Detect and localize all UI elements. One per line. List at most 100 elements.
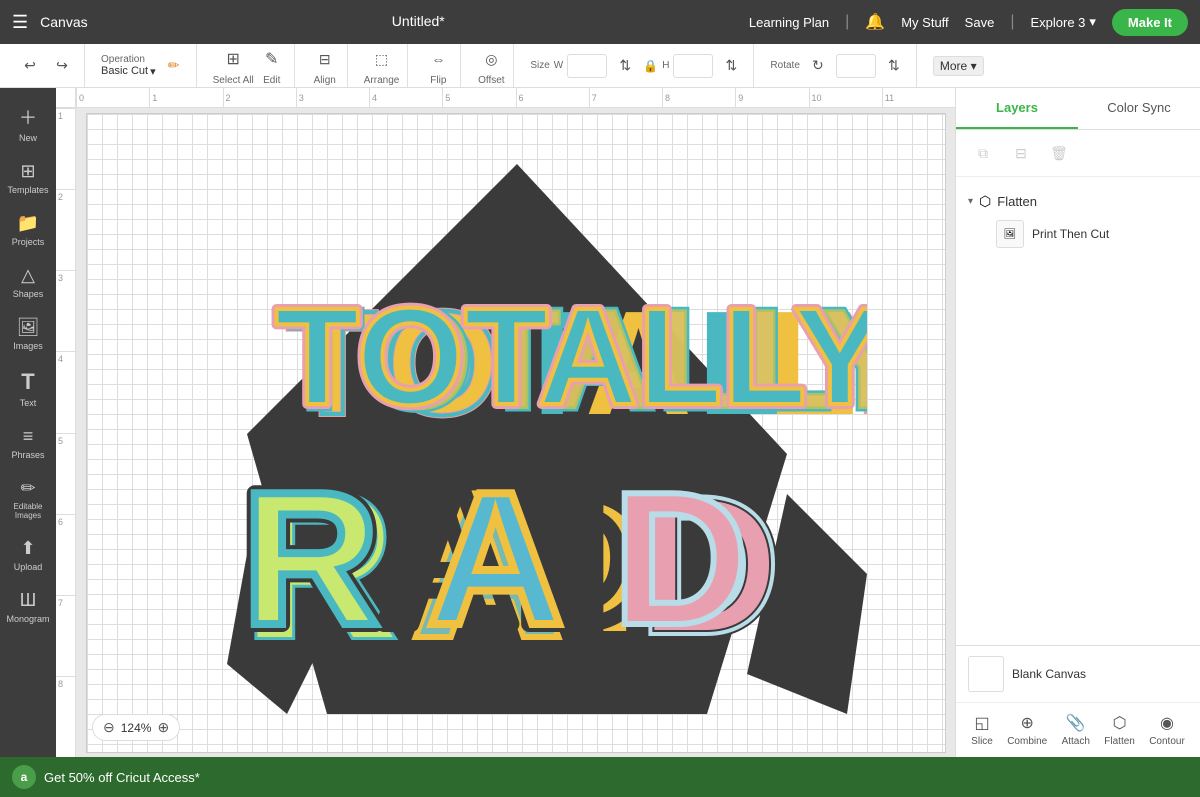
sidebar-item-upload[interactable]: ⬆ Upload	[2, 530, 54, 580]
menu-icon[interactable]: ☰	[12, 12, 28, 33]
zoom-level: 124%	[121, 721, 152, 735]
svg-text:TOTALLY: TOTALLY	[275, 280, 867, 434]
arrange-group: ⬚ Arrange	[356, 44, 409, 87]
sidebar-item-projects[interactable]: 📁 Projects	[2, 205, 54, 255]
combine-icon: ⊕	[1021, 713, 1034, 733]
zoom-bar: ⊖ 124% ⊕	[92, 714, 180, 741]
offset-group: ◎ Offset	[469, 44, 514, 87]
undo-button[interactable]: ↩	[16, 52, 44, 80]
ruler-container: 0 1 2 3 4 5 6 7 8 9 10 11	[56, 88, 955, 108]
edit-label: Edit	[263, 75, 280, 86]
size-w-input[interactable]	[567, 54, 607, 78]
tab-color-sync[interactable]: Color Sync	[1078, 88, 1200, 129]
sidebar-item-phrases[interactable]: ≡ Phrases	[2, 418, 54, 468]
attach-action[interactable]: 📎 Attach	[1062, 713, 1090, 747]
size-w-stepper[interactable]: ⇅	[611, 52, 639, 80]
size-h-input[interactable]	[673, 54, 713, 78]
text-icon: T	[21, 369, 34, 395]
upload-icon: ⬆	[20, 538, 35, 559]
layer-group-header[interactable]: ▾ ⬡ Flatten	[968, 189, 1188, 214]
zoom-in-button[interactable]: ⊕	[157, 719, 169, 736]
offset-button[interactable]: ◎	[477, 45, 505, 73]
sidebar-item-templates[interactable]: ⊞ Templates	[2, 153, 54, 203]
learning-plan-link[interactable]: Learning Plan	[749, 15, 829, 30]
rotate-input[interactable]	[836, 54, 876, 78]
operation-group: Operation Basic Cut ▾ ✏	[93, 44, 197, 87]
svg-text:A: A	[427, 453, 564, 665]
promo-bar[interactable]: a Get 50% off Cricut Access*	[0, 757, 1200, 797]
svg-text:R: R	[242, 453, 379, 665]
panel-tabs: Layers Color Sync	[956, 88, 1200, 130]
collapse-arrow-icon: ▾	[968, 196, 973, 207]
layer-item[interactable]: 🖼 Print Then Cut	[968, 214, 1188, 254]
rotate-icon[interactable]: ↻	[804, 52, 832, 80]
tab-layers[interactable]: Layers	[956, 88, 1078, 129]
arrange-button[interactable]: ⬚	[368, 45, 396, 73]
rotate-label: Rotate	[770, 60, 799, 71]
rotate-group: Rotate ↻ ⇅	[762, 44, 916, 87]
canvas-grid[interactable]: T T O O T A L L	[86, 113, 946, 753]
align-group: ⊟ Align	[303, 44, 348, 87]
sidebar-item-label: New	[19, 133, 37, 143]
redo-button[interactable]: ↪	[48, 52, 76, 80]
zoom-out-button[interactable]: ⊖	[103, 719, 115, 736]
canvas-workspace[interactable]: T T O O T A L L	[76, 108, 955, 757]
align-button[interactable]: ⊟	[311, 45, 339, 73]
offset-label: Offset	[478, 75, 505, 86]
duplicate-button[interactable]: ⧉	[968, 138, 998, 168]
horizontal-ruler: 0 1 2 3 4 5 6 7 8 9 10 11	[76, 88, 955, 108]
slice-action[interactable]: ◱ Slice	[971, 713, 993, 747]
attach-icon: 📎	[1066, 713, 1086, 733]
my-stuff-link[interactable]: My Stuff	[901, 15, 948, 30]
combine-action[interactable]: ⊕ Combine	[1007, 713, 1047, 747]
edit-button[interactable]: ✎	[258, 45, 286, 73]
sidebar-item-label: Templates	[7, 185, 48, 195]
chevron-down-icon: ▾	[1089, 14, 1096, 30]
blank-canvas-section: Blank Canvas	[956, 646, 1200, 702]
rotate-stepper[interactable]: ⇅	[880, 52, 908, 80]
flatten-icon: ⬡	[979, 193, 991, 210]
blank-canvas-label: Blank Canvas	[1012, 667, 1086, 681]
notification-bell-icon[interactable]: 🔔	[865, 12, 885, 32]
size-label: Size	[530, 60, 549, 71]
sidebar-item-monogram[interactable]: Ш Monogram	[2, 582, 54, 632]
size-h-label: H	[662, 60, 669, 71]
flatten-action[interactable]: ⬡ Flatten	[1104, 713, 1135, 747]
sidebar-item-text[interactable]: T Text	[2, 361, 54, 416]
sidebar-item-label: Projects	[12, 237, 45, 247]
align-label: Align	[314, 75, 336, 86]
sidebar-item-label: Upload	[14, 562, 43, 572]
contour-icon: ◉	[1160, 713, 1174, 733]
shapes-icon: △	[21, 265, 35, 286]
blank-canvas-thumbnail	[968, 656, 1004, 692]
contour-action[interactable]: ◉ Contour	[1149, 713, 1185, 747]
panel-bottom-actions: ◱ Slice ⊕ Combine 📎 Attach ⬡ Flatten ◉	[956, 702, 1200, 757]
sidebar-item-shapes[interactable]: △ Shapes	[2, 257, 54, 307]
document-title[interactable]: Untitled*	[392, 13, 445, 29]
edit-icon[interactable]: ✏	[160, 52, 188, 80]
flip-label: Flip	[430, 75, 446, 86]
contour-label: Contour	[1149, 736, 1185, 747]
sidebar-item-images[interactable]: 🖼 Images	[2, 309, 54, 359]
flatten-icon: ⬡	[1113, 713, 1127, 733]
sidebar-item-editable-images[interactable]: ✏ Editable Images	[2, 470, 54, 528]
canvas-area[interactable]: 0 1 2 3 4 5 6 7 8 9 10 11 1 2	[56, 88, 955, 757]
more-button[interactable]: More ▾	[933, 56, 984, 76]
operation-select[interactable]: Basic Cut ▾	[101, 65, 156, 78]
canvas-label: Canvas	[40, 14, 87, 30]
delete-button[interactable]: 🗑	[1044, 138, 1074, 168]
make-it-button[interactable]: Make It	[1112, 9, 1188, 36]
size-group: Size W ⇅ 🔒 H ⇅	[522, 44, 754, 87]
combine-label: Combine	[1007, 736, 1047, 747]
select-all-button[interactable]: ⊞	[219, 45, 247, 73]
main-area: ＋ New ⊞ Templates 📁 Projects △ Shapes 🖼 …	[0, 88, 1200, 757]
slice-icon: ◱	[974, 713, 989, 733]
sidebar-item-new[interactable]: ＋ New	[2, 96, 54, 151]
group-button[interactable]: ⊟	[1006, 138, 1036, 168]
sidebar-item-label: Text	[20, 398, 37, 408]
flip-button[interactable]: ⇔	[424, 45, 452, 73]
divider: |	[845, 13, 849, 31]
save-button[interactable]: Save	[965, 15, 995, 30]
explore-dropdown[interactable]: Explore 3 ▾	[1030, 14, 1095, 30]
size-h-stepper[interactable]: ⇅	[717, 52, 745, 80]
